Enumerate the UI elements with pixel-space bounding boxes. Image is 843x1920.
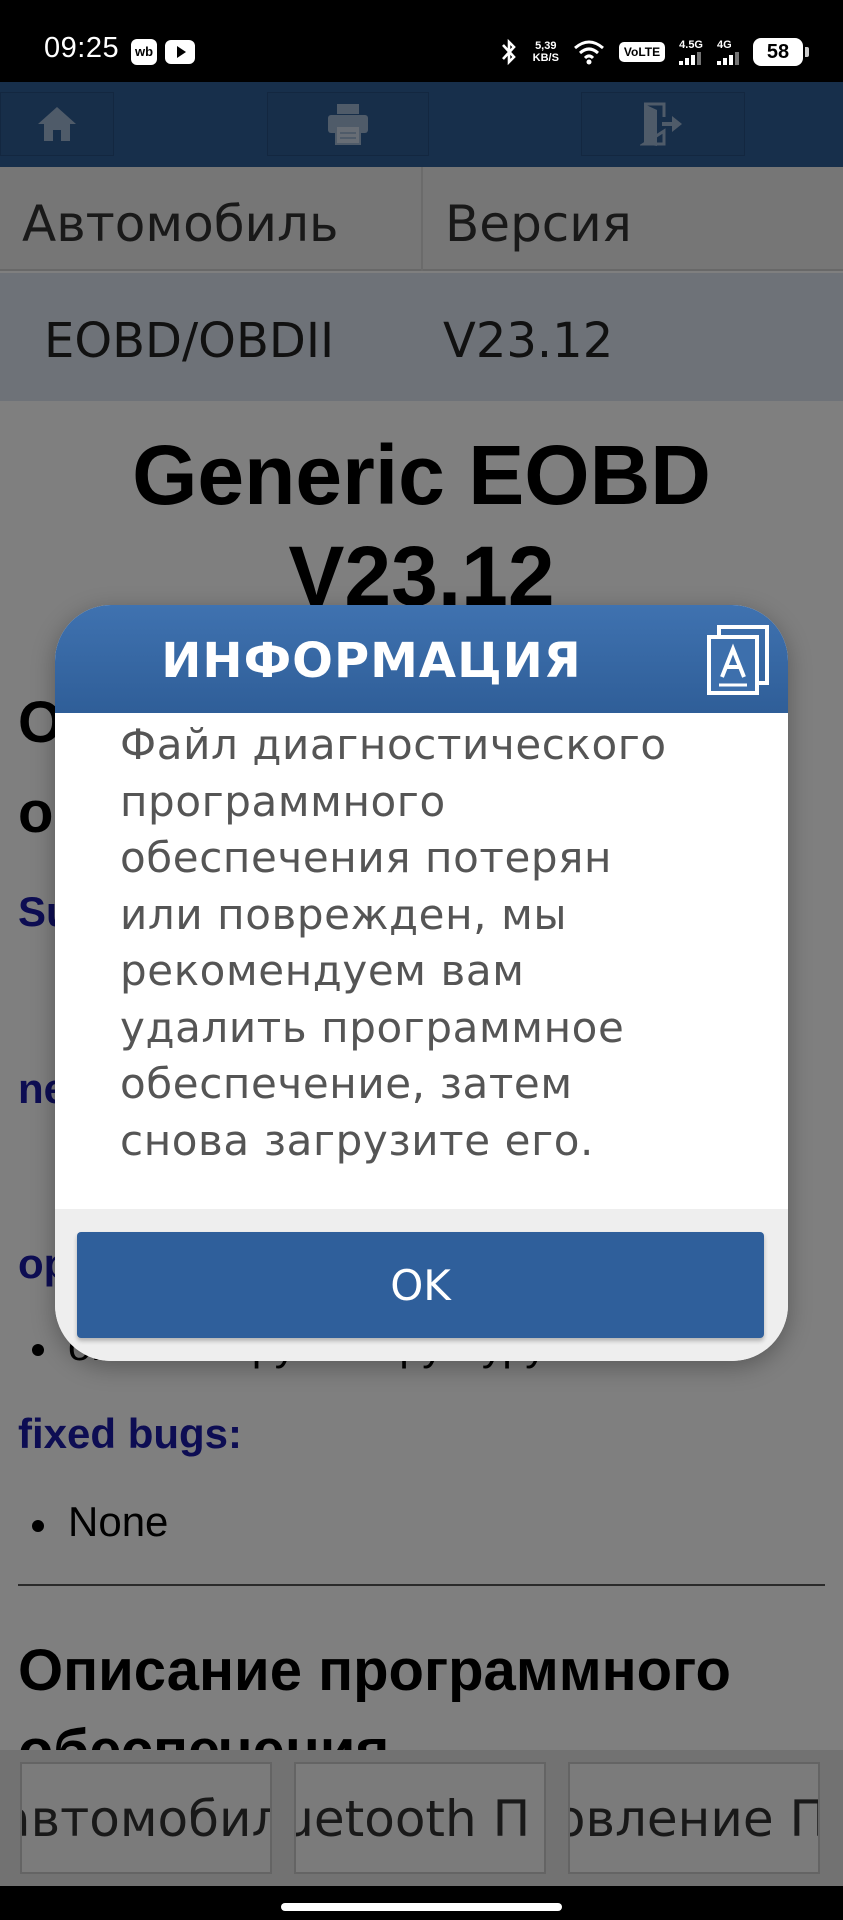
wifi-icon: [573, 40, 604, 65]
volte-badge: VoLTE: [618, 42, 666, 62]
youtube-notification-icon: [165, 40, 195, 64]
clock: 09:25: [44, 32, 120, 64]
document-a-icon: [707, 625, 769, 695]
dialog-title: ИНФОРМАЦИЯ: [161, 633, 582, 689]
status-bar: 09:25 wb 5,39 KB/S VoLTE 4.5G 4G 58: [0, 0, 843, 82]
dialog-header: ИНФОРМАЦИЯ: [55, 605, 788, 713]
network-speed: 5,39 KB/S: [532, 40, 559, 64]
signal-sim1-icon: 4.5G: [679, 39, 703, 65]
home-indicator[interactable]: [281, 1903, 562, 1911]
battery-indicator: 58: [753, 38, 809, 66]
ok-button[interactable]: OK: [77, 1232, 764, 1338]
dialog-message: Файл диагностического программного обесп…: [120, 720, 667, 1165]
wildberries-notification-icon: wb: [131, 39, 157, 65]
bluetooth-icon: [501, 38, 516, 66]
info-dialog: ИНФОРМАЦИЯ Файл диагностического програм…: [55, 605, 788, 1361]
signal-sim2-icon: 4G: [717, 39, 739, 65]
